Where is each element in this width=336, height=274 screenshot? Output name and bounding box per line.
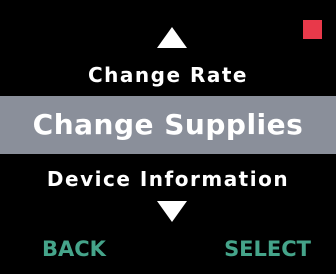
menu-item-change-rate[interactable]: Change Rate [0,60,336,90]
scroll-down-icon[interactable] [157,201,187,222]
menu-item-device-information[interactable]: Device Information [0,164,336,194]
status-indicator-icon [303,20,322,39]
select-button[interactable]: SELECT [224,234,311,264]
back-button[interactable]: BACK [42,234,106,264]
device-screen: Change Rate Change Supplies Device Infor… [0,0,336,274]
scroll-up-icon[interactable] [157,27,187,48]
menu-item-change-supplies[interactable]: Change Supplies [0,96,336,154]
